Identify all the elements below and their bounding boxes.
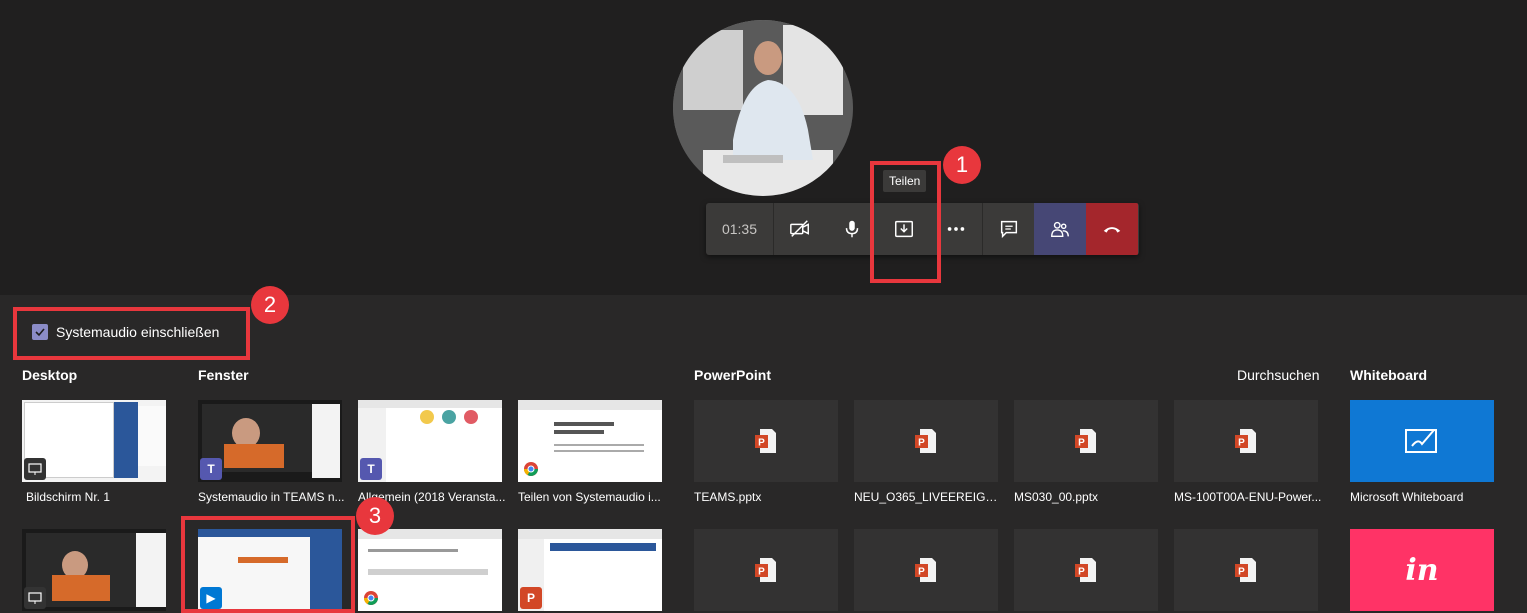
camera-off-icon [790, 220, 809, 237]
desktop-label: Bildschirm Nr. 1 [26, 490, 111, 504]
ppt-label-1: TEAMS.pptx [694, 490, 762, 504]
window-label-1: Systemaudio in TEAMS n... [198, 490, 345, 504]
camera-off-button[interactable] [774, 203, 826, 255]
teams-call-window: Teilen 01:35 1 Systemaudio einschließen … [0, 0, 1527, 613]
desktop-thumbnail[interactable] [22, 400, 166, 482]
chat-button[interactable] [982, 203, 1034, 255]
svg-text:P: P [758, 438, 765, 449]
svg-text:P: P [1238, 567, 1245, 578]
chrome-icon [520, 458, 542, 480]
powerpoint-file-icon: P [915, 558, 936, 582]
window-thumbnail-2[interactable]: T [358, 400, 502, 482]
people-icon [1051, 221, 1069, 238]
ppt-thumbnail-8[interactable]: P [1174, 529, 1318, 611]
ppt-thumbnail-3[interactable]: P [1014, 400, 1158, 482]
hang-up-button[interactable] [1086, 203, 1138, 255]
window-thumbnail-5[interactable] [358, 529, 502, 611]
section-fenster: Fenster [198, 367, 249, 383]
ppt-label-4: MS-100T00A-ENU-Power... [1174, 490, 1322, 504]
chrome-icon [360, 587, 382, 609]
svg-text:P: P [918, 567, 925, 578]
powerpoint-file-icon: P [1235, 558, 1256, 582]
ppt-label-2: NEU_O365_LIVEEREIGNIS... [854, 490, 1004, 504]
ppt-thumbnail-2[interactable]: P [854, 400, 998, 482]
svg-text:P: P [1078, 567, 1085, 578]
annotation-box-2 [13, 307, 250, 360]
window-thumbnail-3[interactable] [518, 400, 662, 482]
teams-icon: T [360, 458, 382, 480]
annotation-badge-1: 1 [943, 146, 981, 184]
teams-icon: T [200, 458, 222, 480]
window-thumbnail-1[interactable]: T [198, 400, 342, 482]
ppt-label-3: MS030_00.pptx [1014, 490, 1099, 504]
powerpoint-file-icon: P [755, 429, 776, 453]
more-dots-icon [947, 227, 965, 231]
powerpoint-file-icon: P [1075, 429, 1096, 453]
whiteboard-thumbnail[interactable] [1350, 400, 1494, 482]
microphone-icon [845, 220, 859, 238]
annotation-badge-3: 3 [356, 497, 394, 535]
powerpoint-app-icon: P [520, 587, 542, 609]
annotation-box-3 [181, 516, 355, 613]
svg-text:P: P [1078, 438, 1085, 449]
ppt-thumbnail-6[interactable]: P [854, 529, 998, 611]
section-whiteboard: Whiteboard [1350, 367, 1427, 383]
svg-text:P: P [918, 438, 925, 449]
section-powerpoint: PowerPoint [694, 367, 772, 383]
ppt-thumbnail-7[interactable]: P [1014, 529, 1158, 611]
monitor-icon [24, 587, 46, 609]
annotation-badge-2: 2 [251, 286, 289, 324]
svg-text:P: P [758, 567, 765, 578]
powerpoint-file-icon: P [1235, 429, 1256, 453]
svg-text:P: P [1238, 438, 1245, 449]
desktop-thumbnail-2[interactable] [22, 529, 166, 611]
powerpoint-file-icon: P [755, 558, 776, 582]
whiteboard-label: Microsoft Whiteboard [1350, 490, 1464, 504]
powerpoint-file-icon: P [1075, 558, 1096, 582]
powerpoint-file-icon: P [915, 429, 936, 453]
call-timer: 01:35 [706, 203, 774, 255]
whiteboard-icon [1405, 429, 1437, 453]
browse-link[interactable]: Durchsuchen [1237, 367, 1320, 383]
invision-thumbnail[interactable]: in [1350, 529, 1494, 611]
hang-up-icon [1103, 227, 1121, 233]
chat-icon [1000, 220, 1017, 239]
window-thumbnail-6[interactable]: P [518, 529, 662, 611]
section-desktop: Desktop [22, 367, 78, 383]
ppt-thumbnail-5[interactable]: P [694, 529, 838, 611]
ppt-thumbnail-4[interactable]: P [1174, 400, 1318, 482]
participant-avatar [673, 20, 853, 196]
annotation-box-1 [870, 161, 941, 283]
participants-button[interactable] [1034, 203, 1086, 255]
window-label-3: Teilen von Systemaudio i... [518, 490, 661, 504]
monitor-icon [24, 458, 46, 480]
ppt-thumbnail-1[interactable]: P [694, 400, 838, 482]
